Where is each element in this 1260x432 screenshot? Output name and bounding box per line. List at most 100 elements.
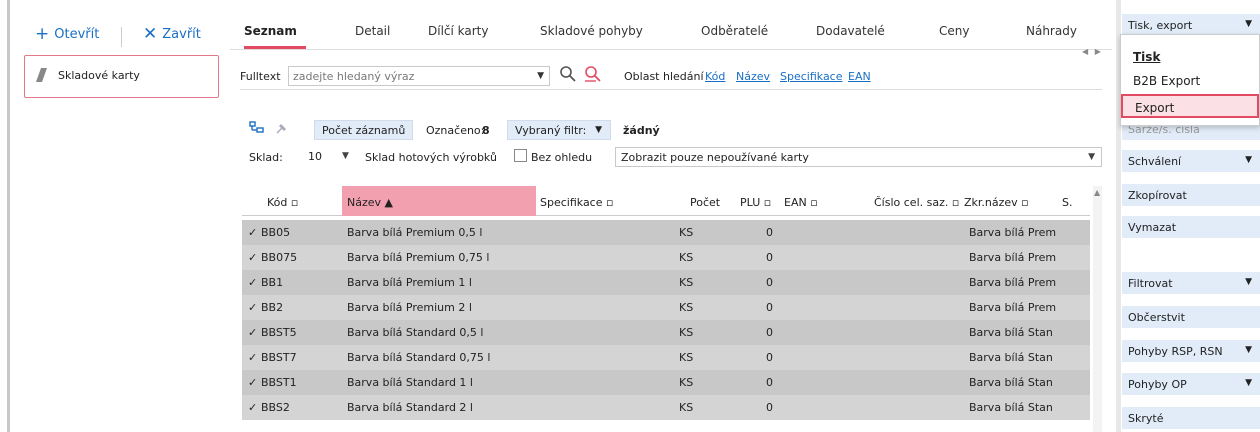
table-row[interactable]: ✓ BB075 Barva bílá Premium 0,75 l KS 0 Barva … (242, 245, 1090, 270)
search-link-specifikace[interactable]: Specifikace (780, 70, 843, 83)
table-row[interactable]: ✓ BBST1 Barva bílá Standard 1 l KS 0 Barva bí… (242, 370, 1090, 395)
warehouse-select[interactable]: 10 ▼ (304, 147, 354, 167)
cell-name: Barva bílá Premium 0,75 l (347, 251, 490, 264)
tree-view-icon[interactable] (249, 120, 265, 136)
moves-rsp-caret-icon: ▼ (1245, 345, 1252, 355)
tab-odberatele[interactable]: Odběratelé (701, 24, 768, 44)
col-header-zkr-nazev[interactable]: Zkr.název ▫ (964, 196, 1029, 209)
print-export-caret-icon: ▼ (1245, 19, 1252, 29)
table-row[interactable]: ✓ BBST7 Barva bílá Standard 0,75 l KS 0 Barva… (242, 345, 1090, 370)
record-count-button[interactable]: Počet záznamů (314, 120, 414, 140)
search-area-label: Oblast hledání (624, 70, 704, 83)
cell-unit: KS (679, 226, 694, 239)
col-header-s[interactable]: S. (1062, 196, 1072, 209)
table-row[interactable]: ✓ BB2 Barva bílá Premium 2 l KS 0 Barva bílá … (242, 295, 1090, 320)
search-dropdown-icon[interactable]: ▼ (537, 71, 544, 81)
open-tab-title: Skladové karty (58, 69, 140, 82)
row-check-icon: ✓ (248, 351, 258, 364)
regardless-checkbox[interactable] (514, 149, 527, 162)
plus-icon: + (35, 24, 50, 44)
left-pane: + Otevřít ✕ Zavřít Skladové karty (0, 0, 222, 432)
search-clear-icon[interactable] (584, 65, 602, 83)
cell-unit: KS (679, 301, 694, 314)
cell-code: BBST5 (261, 326, 297, 339)
vertical-scrollbar[interactable]: ▲ (1093, 186, 1102, 432)
tab-skladove-pohyby[interactable]: Skladové pohyby (540, 24, 643, 44)
col-header-cislo-cel-saz[interactable]: Číslo cel. saz. ▫ (874, 196, 959, 209)
col-header-specifikace[interactable]: Specifikace ▫ (540, 196, 613, 209)
menu-item-tisk[interactable]: Tisk (1121, 45, 1259, 69)
search-input[interactable]: zadejte hledaný výraz ▼ (288, 66, 550, 86)
moves-op-caret-icon: ▼ (1245, 378, 1252, 388)
row-check-icon: ✓ (248, 326, 258, 339)
table-row[interactable]: ✓ BB1 Barva bílá Premium 1 l KS 0 Barva bílá … (242, 270, 1090, 295)
cell-short-name: Barva bílá Stan (969, 351, 1053, 364)
moves-op-label: Pohyby OP (1128, 378, 1187, 391)
scroll-up-icon[interactable]: ▲ (1094, 188, 1100, 197)
search-icon[interactable] (559, 65, 577, 83)
cell-short-name: Barva bílá Prem (969, 301, 1057, 314)
approval-caret-icon: ▼ (1245, 155, 1252, 165)
cell-plu: 0 (766, 276, 773, 289)
search-bar: Fulltext zadejte hledaný výraz ▼ Oblast … (240, 60, 1102, 90)
row-check-icon: ✓ (248, 376, 258, 389)
filter-select[interactable]: Vybraný filtr: ▼ (507, 120, 611, 140)
close-icon: ✕ (143, 24, 158, 44)
col-header-kod[interactable]: Kód ▫ (267, 196, 298, 209)
table-row[interactable]: ✓ BBS2 Barva bílá Standard 2 l KS 0 Barva bíl… (242, 395, 1090, 420)
moves-op-button[interactable]: Pohyby OP ▼ (1122, 373, 1260, 395)
filter-select-label: Vybraný filtr: (515, 124, 587, 137)
hidden-label: Skryté (1128, 412, 1164, 425)
tab-seznam[interactable]: Seznam (244, 24, 297, 44)
open-tab-card[interactable]: Skladové karty (24, 55, 219, 98)
moves-rsp-button[interactable]: Pohyby RSP, RSN ▼ (1122, 340, 1260, 362)
cell-plu: 0 (766, 251, 773, 264)
col-header-plu[interactable]: PLU ▫ (740, 196, 771, 209)
close-label: Zavřít (162, 27, 201, 42)
cell-name: Barva bílá Premium 1 l (347, 276, 472, 289)
table-row[interactable]: ✓ BB05 Barva bílá Premium 0,5 l KS 0 Barva bí… (242, 220, 1090, 245)
cell-plu: 0 (766, 301, 773, 314)
refresh-button[interactable]: Občerstvit (1122, 306, 1260, 328)
cell-name: Barva bílá Standard 2 l (347, 401, 473, 414)
filter-bar: Počet záznamů Označeno: 8 Vybraný filtr:… (230, 114, 1112, 178)
cell-code: BB2 (261, 301, 284, 314)
col-header-ean[interactable]: EAN ▫ (784, 196, 818, 209)
search-link-ean[interactable]: EAN (848, 70, 871, 83)
fulltext-label: Fulltext (240, 70, 281, 83)
open-button[interactable]: + Otevřít (35, 26, 99, 43)
hidden-button[interactable]: Skryté (1122, 407, 1260, 429)
filter-button[interactable]: Filtrovat ▼ (1122, 272, 1260, 294)
menu-item-export[interactable]: Export (1121, 94, 1259, 118)
search-link-kod[interactable]: Kód (705, 70, 725, 83)
filter-select-caret-icon: ▼ (595, 125, 602, 135)
tab-ceny[interactable]: Ceny (939, 24, 969, 44)
close-button[interactable]: ✕ Zavřít (143, 26, 201, 43)
card-icon (33, 68, 47, 82)
search-link-nazev[interactable]: Název (736, 70, 770, 83)
approval-button[interactable]: Schválení ▼ (1122, 150, 1260, 172)
warehouse-name: Sklad hotových výrobků (365, 151, 497, 164)
col-header-pocet[interactable]: Počet (690, 196, 720, 209)
regardless-label: Bez ohledu (531, 151, 593, 164)
print-export-button[interactable]: Tisk, export ▼ (1122, 14, 1260, 36)
table-row[interactable]: ✓ BBST5 Barva bílá Standard 0,5 l KS 0 Barva … (242, 320, 1090, 345)
tab-dodavatele[interactable]: Dodavatelé (816, 24, 885, 44)
cell-plu: 0 (766, 326, 773, 339)
cell-code: BB1 (261, 276, 284, 289)
col-header-nazev[interactable]: Název ▲ (342, 186, 536, 216)
show-unused-select[interactable]: Zobrazit pouze nepoužívané karty ▼ (615, 147, 1102, 167)
tab-nahrady[interactable]: Náhrady (1026, 24, 1077, 44)
warehouse-label: Sklad: (249, 151, 283, 164)
menu-item-b2b-export[interactable]: B2B Export (1121, 69, 1259, 93)
cell-code: BBS2 (261, 401, 290, 414)
tab-dilci-karty[interactable]: Dílčí karty (428, 24, 489, 44)
delete-button[interactable]: Vymazat (1122, 216, 1260, 238)
tab-detail[interactable]: Detail (355, 24, 390, 44)
row-check-icon: ✓ (248, 401, 258, 414)
pin-icon[interactable] (274, 120, 290, 136)
copy-button[interactable]: Zkopírovat (1122, 184, 1260, 206)
left-divider (7, 0, 10, 432)
tab-scroll-arrows[interactable]: ◀ ▶ (1082, 47, 1103, 56)
cell-code: BB05 (261, 226, 291, 239)
